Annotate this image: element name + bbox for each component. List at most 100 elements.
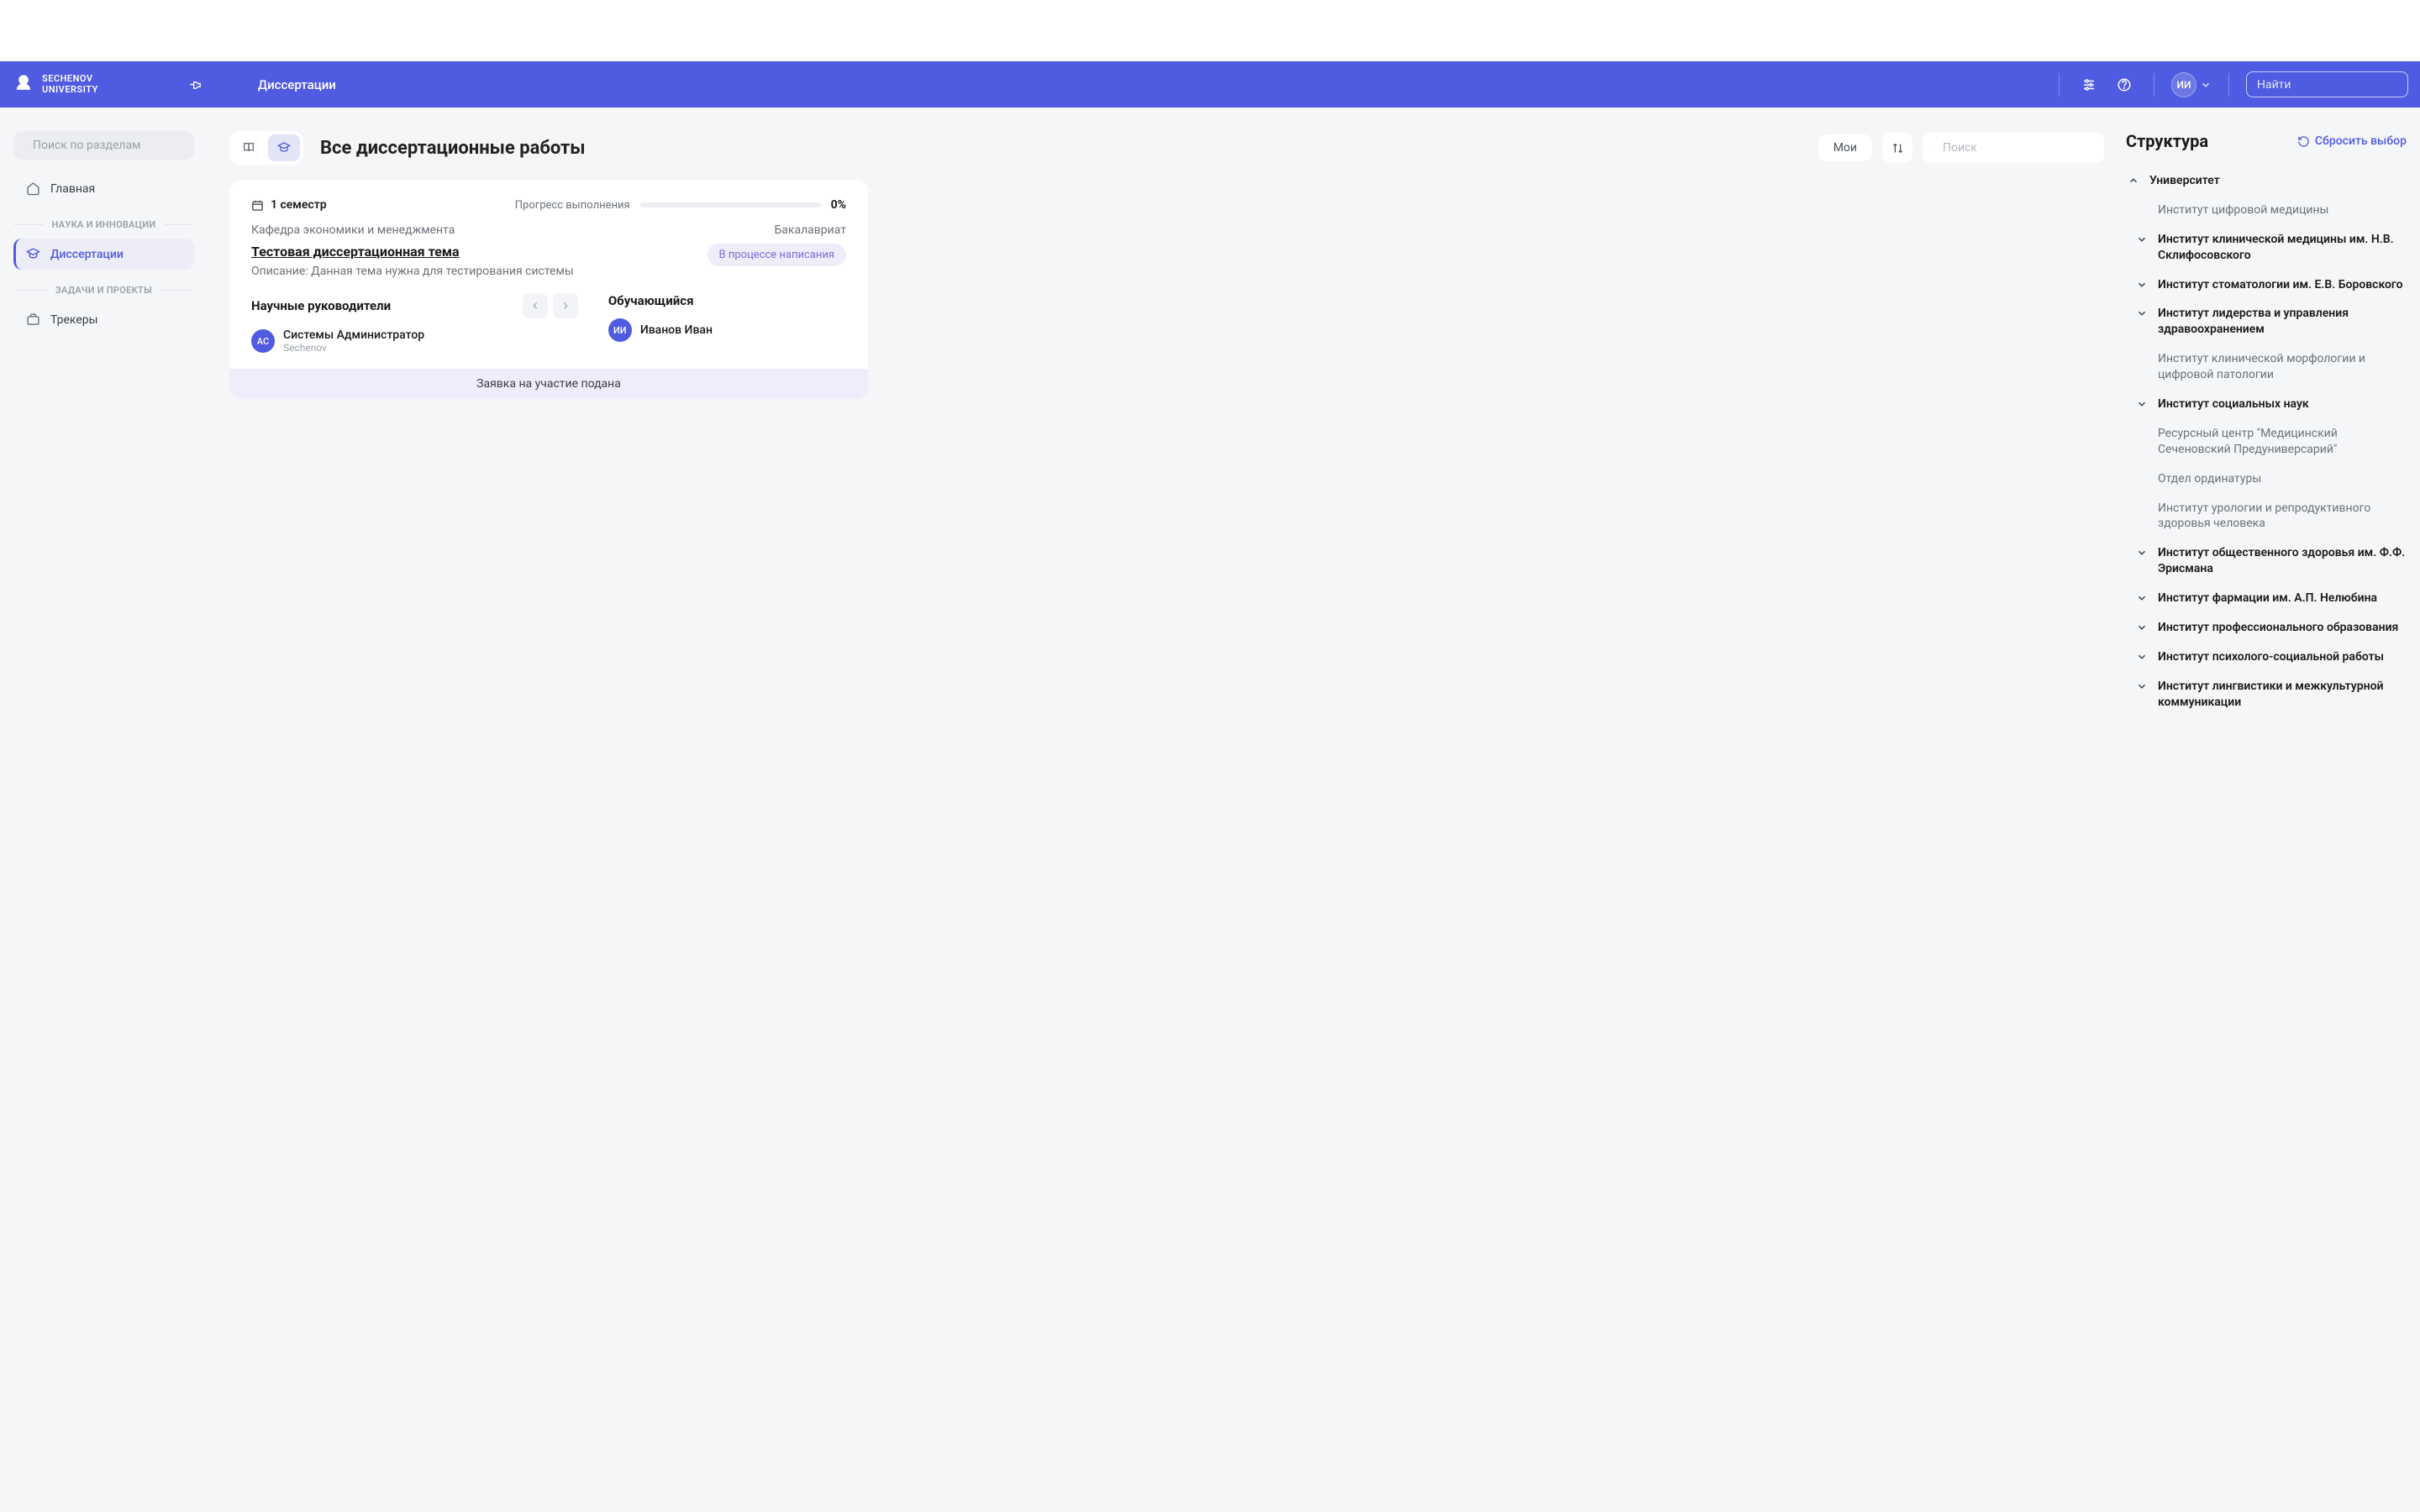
- graduation-icon: [277, 141, 291, 155]
- reset-selection-button[interactable]: Сбросить выбор: [2297, 134, 2407, 148]
- student-person[interactable]: ИИ Иванов Иван: [608, 318, 846, 342]
- tree-item-label: Институт цифровой медицины: [2158, 202, 2407, 218]
- home-icon: [26, 181, 40, 196]
- user-avatar: ИИ: [2171, 72, 2196, 97]
- tree-item[interactable]: Институт урологии и репродуктивного здор…: [2134, 494, 2407, 539]
- tree-item[interactable]: Отдел ординатуры: [2134, 465, 2407, 494]
- level: Бакалавриат: [774, 223, 846, 237]
- supervisor-sub: Sechenov: [283, 342, 424, 354]
- thesis-title[interactable]: Тестовая диссертационная тема: [251, 244, 574, 260]
- sidebar-item-label: Главная: [50, 182, 95, 196]
- thesis-description: Описание: Данная тема нужна для тестиров…: [251, 265, 574, 278]
- global-search-input[interactable]: [2257, 78, 2407, 92]
- structure-title: Структура: [2126, 131, 2208, 151]
- logo-icon: [12, 73, 35, 97]
- brand-line1: SECHENOV: [42, 74, 98, 84]
- tree-item-label: Институт клинической морфологии и цифров…: [2158, 351, 2407, 383]
- help-icon: [2117, 77, 2132, 92]
- supervisors-title: Научные руководители: [251, 298, 391, 313]
- tree-item-label: Институт стоматологии им. Е.В. Боровског…: [2158, 277, 2407, 293]
- search-icon: [25, 139, 26, 152]
- my-filter-button[interactable]: Мои: [1818, 134, 1872, 161]
- chevron-down-icon: [2136, 547, 2148, 559]
- tree-item-label: Институт социальных наук: [2158, 396, 2407, 412]
- progress-value: 0%: [831, 198, 846, 212]
- sidebar-item-home[interactable]: Главная: [13, 173, 194, 204]
- tree-item-label: Отдел ординатуры: [2158, 471, 2407, 487]
- undo-icon: [2297, 135, 2310, 148]
- chevron-right-icon: [560, 300, 571, 312]
- briefcase-icon: [26, 312, 40, 327]
- tree-root[interactable]: Университет: [2126, 166, 2407, 196]
- tree-item[interactable]: Институт лингвистики и межкультурной ком…: [2134, 672, 2407, 717]
- topbar: SECHENOVUNIVERSITY Диссертации ИИ: [0, 61, 2420, 108]
- supervisor-person[interactable]: АС Системы Администратор Sechenov: [251, 328, 578, 354]
- tree-item[interactable]: Институт клинической морфологии и цифров…: [2134, 344, 2407, 390]
- sidebar-search[interactable]: [13, 131, 194, 160]
- supervisor-avatar: АС: [251, 329, 275, 353]
- content-search[interactable]: [1923, 133, 2104, 163]
- tree-item-label: Институт общественного здоровья им. Ф.Ф.…: [2158, 545, 2407, 577]
- main-content: Все диссертационные работы Мои: [208, 108, 2126, 1512]
- progress-bar: [640, 202, 821, 207]
- sidebar: Главная НАУКА И ИННОВАЦИИ Диссертации ЗА…: [0, 108, 208, 1512]
- tree-item[interactable]: Институт социальных наук: [2134, 390, 2407, 419]
- breadcrumb[interactable]: Диссертации: [258, 77, 336, 92]
- sidebar-item-dissertations[interactable]: Диссертации: [13, 239, 194, 270]
- tree-item-label: Институт профессионального образования: [2158, 620, 2407, 636]
- sidebar-section-science: НАУКА И ИННОВАЦИИ: [13, 219, 194, 230]
- page-title: Все диссертационные работы: [320, 138, 585, 159]
- tree-item[interactable]: Институт общественного здоровья им. Ф.Ф.…: [2134, 538, 2407, 584]
- sidebar-item-trackers[interactable]: Трекеры: [13, 304, 194, 335]
- view-toggle: [229, 131, 303, 165]
- tree-item[interactable]: Институт профессионального образования: [2134, 613, 2407, 643]
- semester-chip: 1 семестр: [251, 198, 327, 212]
- sidebar-search-input[interactable]: [33, 139, 182, 152]
- student-title: Обучающийся: [608, 293, 694, 308]
- logo[interactable]: SECHENOVUNIVERSITY: [12, 73, 98, 97]
- chevron-down-icon: [2136, 622, 2148, 633]
- sidebar-item-label: Трекеры: [50, 313, 98, 327]
- pin-button[interactable]: [182, 71, 209, 98]
- chevron-down-icon: [2200, 79, 2212, 91]
- status-badge: В процессе написания: [708, 244, 846, 266]
- help-button[interactable]: [2112, 72, 2137, 97]
- search-icon: [1934, 142, 1936, 155]
- tree-item[interactable]: Институт психолого-социальной работы: [2134, 643, 2407, 672]
- student-avatar: ИИ: [608, 318, 632, 342]
- tree-item[interactable]: Институт стоматологии им. Е.В. Боровског…: [2134, 270, 2407, 300]
- tree-item[interactable]: Институт лидерства и управления здравоох…: [2134, 299, 2407, 344]
- brand-line2: UNIVERSITY: [42, 85, 98, 95]
- tree-item-label: Институт психолого-социальной работы: [2158, 649, 2407, 665]
- structure-panel: Структура Сбросить выбор Университет Инс…: [2126, 108, 2420, 1512]
- chevron-left-icon: [529, 300, 541, 312]
- next-supervisor-button[interactable]: [553, 293, 578, 318]
- thesis-card: 1 семестр Прогресс выполнения 0% Кафедра…: [229, 180, 868, 399]
- tree-item[interactable]: Институт фармации им. А.П. Нелюбина: [2134, 584, 2407, 613]
- pin-icon: [189, 78, 203, 92]
- tree-item-label: Институт фармации им. А.П. Нелюбина: [2158, 591, 2407, 606]
- user-menu[interactable]: ИИ: [2171, 72, 2212, 97]
- divider: [2228, 73, 2229, 97]
- application-banner: Заявка на участие подана: [229, 369, 868, 399]
- tree-item[interactable]: Институт клинической медицины им. Н.В. С…: [2134, 225, 2407, 270]
- prev-supervisor-button[interactable]: [523, 293, 548, 318]
- tree-item-label: Институт лингвистики и межкультурной ком…: [2158, 679, 2407, 711]
- chevron-down-icon: [2136, 307, 2148, 319]
- global-search[interactable]: [2246, 71, 2408, 97]
- view-all-toggle[interactable]: [233, 134, 265, 161]
- chevron-up-icon: [2128, 175, 2139, 186]
- supervisor-name: Системы Администратор: [283, 328, 424, 342]
- view-my-toggle[interactable]: [268, 134, 300, 161]
- chevron-down-icon: [2136, 398, 2148, 410]
- sort-button[interactable]: [1882, 133, 1912, 163]
- tree-item-label: Ресурсный центр "Медицинский Сеченовский…: [2158, 426, 2407, 458]
- content-search-input[interactable]: [1943, 141, 2092, 155]
- tree-item[interactable]: Ресурсный центр "Медицинский Сеченовский…: [2134, 419, 2407, 465]
- chevron-down-icon: [2136, 651, 2148, 663]
- sliders-icon: [2081, 77, 2096, 92]
- settings-button[interactable]: [2076, 72, 2102, 97]
- progress-label: Прогресс выполнения: [515, 199, 630, 212]
- department: Кафедра экономики и менеджмента: [251, 223, 455, 237]
- tree-item[interactable]: Институт цифровой медицины: [2134, 196, 2407, 225]
